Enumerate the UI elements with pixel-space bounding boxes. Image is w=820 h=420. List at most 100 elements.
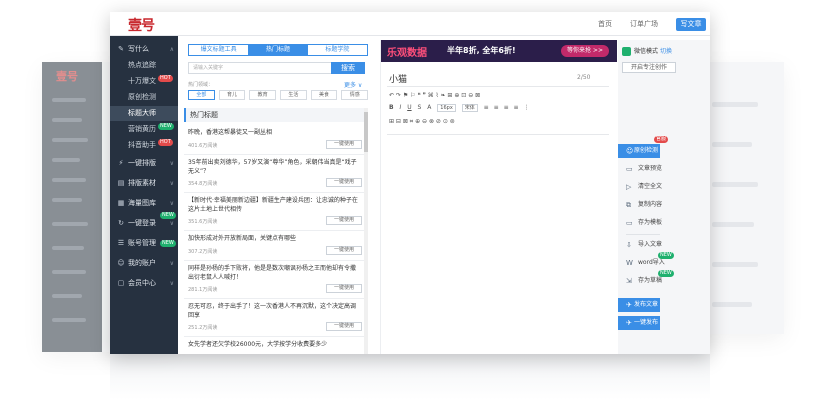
tab-hot-titles[interactable]: 热门标题 xyxy=(248,45,308,55)
field-education[interactable]: 教育 xyxy=(249,90,277,100)
sidebar-item-label: 排版素材 xyxy=(128,179,156,187)
list-icon: ☰ xyxy=(117,239,125,247)
banner-cta-button[interactable]: 等你来抢 >> xyxy=(561,45,609,57)
more-fields-link[interactable]: 更多 ∨ xyxy=(344,80,362,89)
use-title-button[interactable]: 一键使用 xyxy=(326,216,362,225)
lightning-icon: ⚡ xyxy=(118,159,124,167)
divider xyxy=(184,154,364,155)
article-reads: 354.8万阅读 xyxy=(188,181,218,187)
ghost-logo: 壹号 xyxy=(56,70,78,83)
sidebar-item-hot-tracking[interactable]: 热点追踪 xyxy=(110,58,178,73)
use-title-button[interactable]: 一键使用 xyxy=(326,140,362,149)
toolbar-icons[interactable]: ↶ ↷ ⚑ ⚐ ❝ ❞ ⌘ ⌇ ❧ ⊞ ⊕ ⊡ ⊖ ⊠ xyxy=(389,92,480,99)
font-size-select[interactable]: 16px xyxy=(437,104,456,112)
sidebar-item-douyin-assistant[interactable]: 抖音助手 HOT xyxy=(110,138,178,153)
align-button[interactable]: ≡ xyxy=(494,104,499,111)
toolbar-row-3[interactable]: ⊞ ⊟ ⊠ ⌗ ⊕ ⊖ ⊗ ⊘ ⊙ ⊚ xyxy=(389,118,455,128)
app-window: 壹号 首页 订单广场 写文章 ✎ 写什么 ∧ 热点追踪 十万爆文 HOT 原创检… xyxy=(110,12,710,354)
ghost-sidebar: 壹号 xyxy=(42,62,102,352)
sidebar-item-my-account[interactable]: ☺ 我的账户 ∨ xyxy=(110,256,178,271)
toolbar-row-1[interactable]: ↶ ↷ ⚑ ⚐ ❝ ❞ ⌘ ⌇ ❧ ⊞ ⊕ ⊡ ⊖ ⊠ xyxy=(389,92,480,102)
use-title-button[interactable]: 一键使用 xyxy=(326,246,362,255)
sidebar-item-one-click-login[interactable]: ↻ 一键登录 NEW ∨ xyxy=(110,212,178,231)
field-filter: 全部 育儿 教育 生活 美食 情感 xyxy=(188,90,369,100)
banner-offer: 半年8折, 全年6折! xyxy=(447,46,516,55)
import-article-button[interactable]: ⇩ 导入文章 xyxy=(618,238,688,252)
save-draft-button[interactable]: ⇲ 存为草稿 xyxy=(618,274,688,288)
article-preview-button[interactable]: ▭ 文章预览 xyxy=(618,162,688,176)
nav-home[interactable]: 首页 xyxy=(598,19,612,29)
align-button[interactable]: ≡ xyxy=(504,104,509,111)
tool-label: 导入文章 xyxy=(638,241,663,248)
wechat-mode-label: 微信模式 xyxy=(634,48,659,55)
field-parenting[interactable]: 育儿 xyxy=(218,90,246,100)
article-title: 昨晚，香港这帮暴徒又一副丛相 xyxy=(188,129,273,136)
field-life[interactable]: 生活 xyxy=(280,90,307,100)
brand-logo[interactable]: 壹号 xyxy=(128,15,155,35)
sidebar-item-account-management[interactable]: ☰ 账号管理 NEW xyxy=(110,236,178,251)
divider xyxy=(387,86,609,87)
search-button[interactable]: 搜索 xyxy=(331,62,365,74)
toolbar-icons[interactable]: ⊞ ⊟ ⊠ ⌗ ⊕ ⊖ ⊗ ⊘ ⊙ ⊚ xyxy=(389,118,455,125)
underline-button[interactable]: U xyxy=(407,104,411,111)
title-tabs: 爆文标题工具 热门标题 标题学院 xyxy=(188,44,368,56)
word-import-button[interactable]: Wword导入 xyxy=(618,256,688,270)
divider xyxy=(626,234,660,235)
use-title-button[interactable]: 一键使用 xyxy=(326,284,362,293)
ghost-line xyxy=(712,142,752,147)
sidebar-item-label: 海量图库 xyxy=(128,199,156,207)
sidebar-item-marketing-calendar[interactable]: 营销黄历 NEW xyxy=(110,122,178,137)
title-panel: 爆文标题工具 热门标题 标题学院 请输入关键字 搜索 热门领域： 更多 ∨ 全部… xyxy=(184,42,370,354)
write-article-button[interactable]: 写文章 xyxy=(676,18,706,31)
align-button[interactable]: ≡ xyxy=(484,104,489,111)
switch-mode-link[interactable]: 切换 xyxy=(660,48,672,55)
sidebar-item-image-library[interactable]: ▦ 海量图库 ∨ xyxy=(110,196,178,211)
member-icon: ▢ xyxy=(117,279,125,287)
scrollbar-thumb[interactable] xyxy=(364,112,368,152)
sidebar-item-originality-check[interactable]: 原创检测 xyxy=(110,90,178,105)
article-title: 同样是孙杨的手下败将，他是是数次嘲讽孙杨之王而他却有令撒出衍老鼠人人喊打！ xyxy=(188,265,357,281)
tool-label: 复制内容 xyxy=(638,201,663,208)
article-title-input[interactable]: 小猫 xyxy=(389,72,407,85)
toolbar-row-2[interactable]: B I U S A 16px 宋体 ≡ ≡ ≡ ≡ ⋮ xyxy=(389,104,532,114)
align-button[interactable]: ≡ xyxy=(514,104,519,111)
tab-title-academy[interactable]: 标题学院 xyxy=(308,45,367,55)
field-emotion[interactable]: 情感 xyxy=(341,90,369,100)
more-button[interactable]: ⋮ xyxy=(523,104,529,111)
italic-button[interactable]: I xyxy=(400,104,402,111)
publish-article-button[interactable]: ✈ 发布文章 xyxy=(618,298,660,312)
sidebar-item-viral-articles[interactable]: 十万爆文 HOT xyxy=(110,74,178,89)
eraser-icon: ▷ xyxy=(626,183,632,191)
sidebar-item-layout-materials[interactable]: ▤ 排版素材 ∨ xyxy=(110,176,178,191)
originality-check-button[interactable]: ☺ 原创检测 xyxy=(618,144,660,158)
use-title-button[interactable]: 一键使用 xyxy=(326,322,362,331)
focus-mode-button[interactable]: 开启专注创作 xyxy=(622,62,676,73)
bold-button[interactable]: B xyxy=(389,104,394,111)
save-template-button[interactable]: ▭ 存为模板 xyxy=(618,216,688,230)
tab-viral-title-tool[interactable]: 爆文标题工具 xyxy=(189,45,248,55)
sidebar-item-write-what[interactable]: ✎ 写什么 ∧ xyxy=(110,42,178,57)
sidebar-item-member-center[interactable]: ▢ 会员中心 ∨ xyxy=(110,276,178,291)
editor-body[interactable] xyxy=(389,140,609,340)
font-color-button[interactable]: A xyxy=(427,104,431,111)
use-title-button[interactable]: 一键使用 xyxy=(326,178,362,187)
keyword-search-input[interactable]: 请输入关键字 xyxy=(188,62,334,74)
field-all[interactable]: 全部 xyxy=(188,90,215,100)
divider xyxy=(184,298,364,299)
field-food[interactable]: 美食 xyxy=(310,90,338,100)
list-scrollbar[interactable] xyxy=(364,108,368,354)
hot-fields-label: 热门领域： xyxy=(188,82,214,88)
ghost-line xyxy=(52,222,88,226)
promo-banner[interactable]: 乐观数据 半年8折, 全年6折! 等你来抢 >> xyxy=(381,40,617,62)
clear-text-button[interactable]: ▷ 清空全文 xyxy=(618,180,688,194)
top-bar: 壹号 首页 订单广场 写文章 xyxy=(110,12,710,36)
list-item: 【新时代·幸福美丽新边疆】新疆生产建设兵团：让忠诚的种子在这片土地上世代相传 3… xyxy=(184,196,364,234)
list-item: 35年前出卖刘德华，57岁又演“尊华”角色，采朝伟当真是“戏子无义”？ 354.… xyxy=(184,158,364,196)
nav-order-market[interactable]: 订单广场 xyxy=(630,19,658,29)
font-family-select[interactable]: 宋体 xyxy=(461,104,478,112)
copy-content-button[interactable]: ⧉ 复制内容 xyxy=(618,198,688,212)
one-click-publish-button[interactable]: ✈ 一键发布 xyxy=(618,316,660,330)
sidebar-item-title-master[interactable]: 标题大师 xyxy=(110,106,178,121)
sidebar-item-one-click-layout[interactable]: ⚡ 一键排版 ∨ xyxy=(110,156,178,171)
strike-button[interactable]: S xyxy=(418,104,422,111)
